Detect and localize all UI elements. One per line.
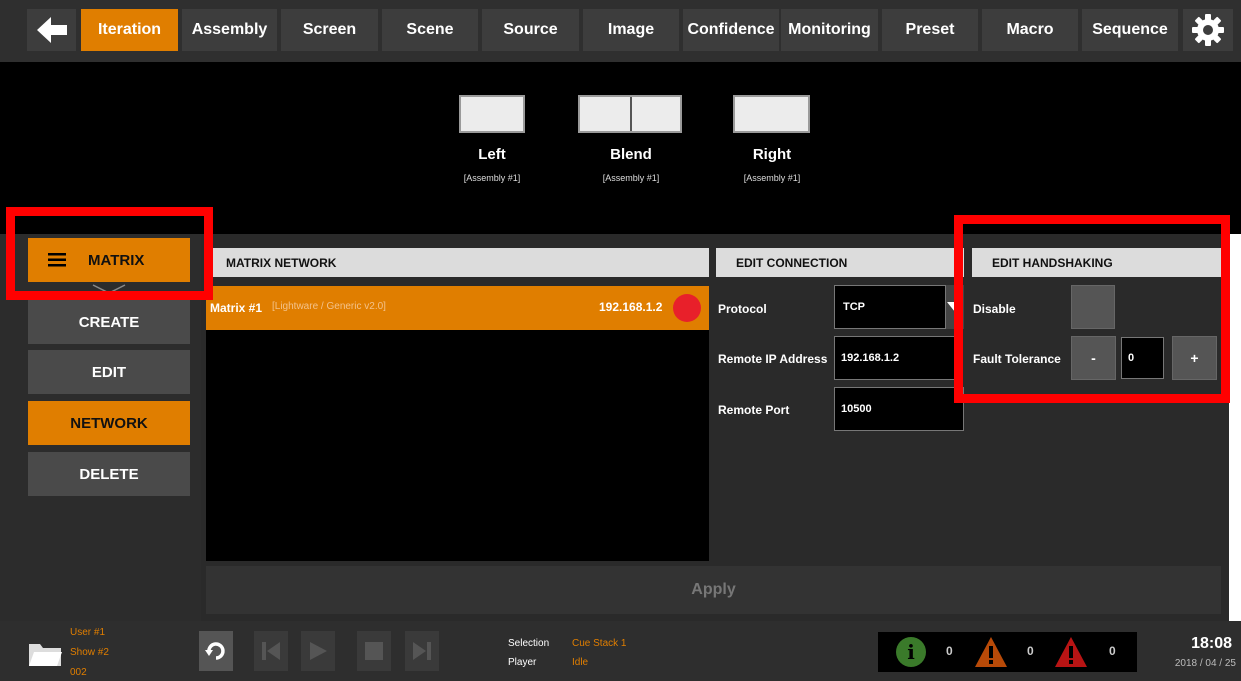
error-icon: [1055, 637, 1087, 667]
blend-screen-name: Blend: [610, 146, 652, 163]
player-value: Idle: [572, 657, 589, 668]
matrix-driver: [Lightware / Generic v2.0]: [272, 301, 386, 312]
tab-image[interactable]: Image: [583, 9, 679, 51]
remote-ip-label: Remote IP Address: [718, 352, 828, 366]
fault-tolerance-input[interactable]: 0: [1121, 337, 1164, 379]
fault-tolerance-value: 0: [1128, 352, 1135, 364]
selection-label: Selection: [508, 638, 550, 649]
left-screen-name: Left: [478, 146, 506, 163]
assembly-preview-area: Left [Assembly #1] Blend [Assembly #1] R…: [0, 62, 1241, 234]
skip-forward-icon: [413, 642, 431, 660]
info-count: 0: [946, 644, 953, 658]
left-screen-thumbnail[interactable]: [459, 95, 525, 133]
right-screen-assembly: [Assembly #1]: [743, 173, 801, 183]
alerts-panel[interactable]: i 0 0 0: [878, 632, 1137, 672]
settings-button[interactable]: [1183, 9, 1233, 51]
back-button[interactable]: [27, 9, 76, 51]
protocol-select[interactable]: TCP: [834, 285, 946, 329]
hamburger-icon: [48, 253, 66, 267]
show-name: Show #2: [70, 647, 109, 658]
stop-icon: [365, 642, 383, 660]
svg-text:i: i: [907, 640, 915, 664]
next-button[interactable]: [405, 631, 439, 671]
tab-screen[interactable]: Screen: [281, 9, 378, 51]
create-button[interactable]: CREATE: [28, 300, 190, 344]
previous-button[interactable]: [254, 631, 288, 671]
show-number: 002: [70, 667, 87, 678]
matrix-ip: 192.168.1.2: [599, 300, 663, 314]
user-name: User #1: [70, 627, 106, 638]
clock-time: 18:08: [1191, 635, 1232, 652]
remote-port-label: Remote Port: [718, 403, 790, 417]
tab-assembly[interactable]: Assembly: [182, 9, 277, 51]
tab-preset[interactable]: Preset: [882, 9, 978, 51]
connection-status-indicator: [673, 294, 701, 322]
gear-icon: [1192, 14, 1224, 46]
matrix-network-header: MATRIX NETWORK: [206, 248, 709, 277]
stop-button[interactable]: [357, 631, 391, 671]
fault-tolerance-increase-button[interactable]: +: [1172, 336, 1217, 380]
disable-label: Disable: [973, 302, 1016, 316]
tab-iteration[interactable]: Iteration: [81, 9, 178, 51]
status-bar: User #1 Show #2 002 Selection Cue Stack …: [0, 621, 1241, 681]
list-item[interactable]: Matrix #1 [Lightware / Generic v2.0] 192…: [206, 286, 709, 330]
warning-icon: [975, 637, 1007, 667]
chevron-down-icon: [92, 284, 126, 294]
blend-screen-thumbnail[interactable]: [578, 95, 682, 133]
delete-button[interactable]: DELETE: [28, 452, 190, 496]
folder-icon[interactable]: [28, 641, 62, 667]
tab-macro[interactable]: Macro: [982, 9, 1078, 51]
edit-connection-header: EDIT CONNECTION: [716, 248, 964, 277]
fault-tolerance-decrease-button[interactable]: -: [1071, 336, 1116, 380]
remote-port-value: 10500: [841, 403, 872, 415]
blend-screen-assembly: [Assembly #1]: [602, 173, 660, 183]
loop-icon: [205, 642, 225, 660]
fault-tolerance-label: Fault Tolerance: [973, 352, 1061, 366]
selection-value: Cue Stack 1: [572, 638, 627, 649]
remote-port-input[interactable]: 10500: [834, 387, 964, 431]
remote-ip-value: 192.168.1.2: [841, 352, 900, 364]
clock-date: 2018 / 04 / 25: [1174, 658, 1236, 669]
matrix-menu-button[interactable]: MATRIX: [28, 238, 190, 282]
disable-checkbox[interactable]: [1071, 285, 1115, 329]
network-button[interactable]: NETWORK: [28, 401, 190, 445]
protocol-dropdown-button[interactable]: [946, 285, 964, 329]
matrix-network-list[interactable]: Matrix #1 [Lightware / Generic v2.0] 192…: [206, 286, 709, 561]
play-icon: [310, 642, 327, 660]
remote-ip-input[interactable]: 192.168.1.2: [834, 336, 962, 380]
edit-button[interactable]: EDIT: [28, 350, 190, 394]
player-label: Player: [508, 657, 537, 668]
top-nav-bar: Iteration Assembly Screen Scene Source I…: [0, 0, 1241, 62]
error-count: 0: [1109, 644, 1116, 658]
chevron-down-icon: [947, 302, 963, 312]
matrix-name: Matrix #1: [210, 301, 263, 315]
apply-button[interactable]: Apply: [206, 566, 1221, 614]
play-button[interactable]: [301, 631, 335, 671]
protocol-label: Protocol: [718, 302, 767, 316]
right-screen-thumbnail[interactable]: [733, 95, 810, 133]
warning-count: 0: [1027, 644, 1034, 658]
right-screen-name: Right: [752, 146, 792, 163]
left-screen-assembly: [Assembly #1]: [463, 173, 521, 183]
edit-handshaking-header: EDIT HANDSHAKING: [972, 248, 1222, 277]
sidebar: MATRIX CREATE EDIT NETWORK DELETE: [0, 234, 201, 621]
tab-confidence[interactable]: Confidence: [683, 9, 779, 51]
back-arrow-icon: [36, 17, 67, 43]
skip-back-icon: [262, 642, 280, 660]
tab-sequence[interactable]: Sequence: [1082, 9, 1178, 51]
main-content: MATRIX NETWORK Matrix #1 [Lightware / Ge…: [201, 234, 1229, 621]
tab-monitoring[interactable]: Monitoring: [781, 9, 878, 51]
matrix-menu-label: MATRIX: [88, 251, 145, 269]
loop-button[interactable]: [199, 631, 233, 671]
tab-source[interactable]: Source: [482, 9, 579, 51]
protocol-value: TCP: [843, 301, 865, 313]
info-icon: i: [896, 637, 926, 667]
tab-scene[interactable]: Scene: [382, 9, 478, 51]
